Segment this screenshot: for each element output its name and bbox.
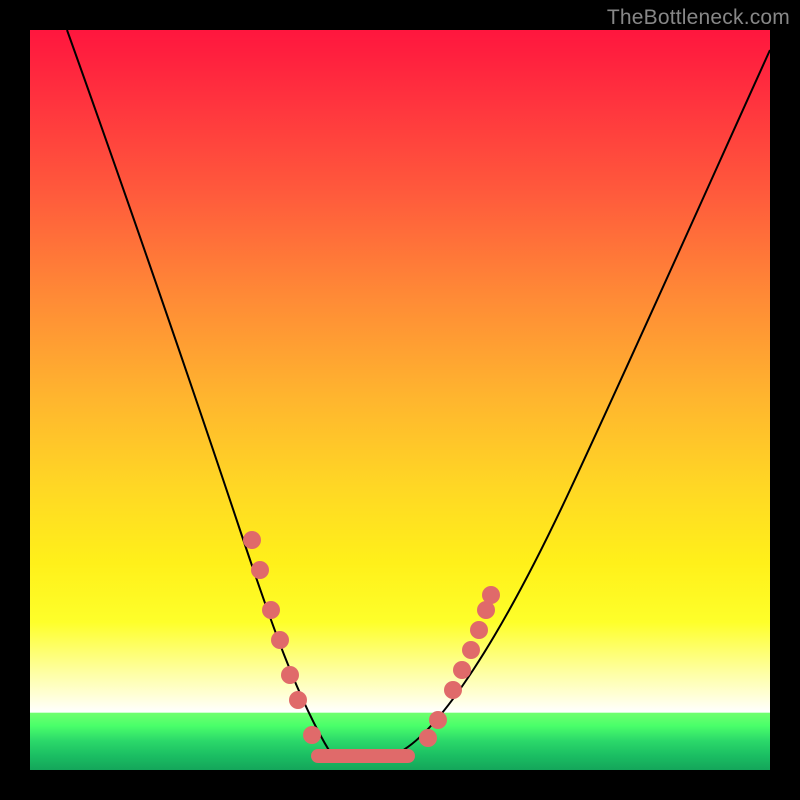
bottleneck-curve-svg [30, 30, 770, 770]
curve-marker [303, 726, 321, 744]
curve-marker [262, 601, 280, 619]
curve-marker [429, 711, 447, 729]
curve-marker [271, 631, 289, 649]
plot-area [30, 30, 770, 770]
curve-marker [444, 681, 462, 699]
bottleneck-curve [67, 30, 770, 752]
curve-marker [251, 561, 269, 579]
curve-marker [482, 586, 500, 604]
chart-frame: TheBottleneck.com [0, 0, 800, 800]
curve-marker [462, 641, 480, 659]
curve-marker [289, 691, 307, 709]
watermark-text: TheBottleneck.com [607, 6, 790, 30]
curve-marker [243, 531, 261, 549]
curve-marker [419, 729, 437, 747]
curve-marker [453, 661, 471, 679]
curve-marker [281, 666, 299, 684]
curve-marker [470, 621, 488, 639]
